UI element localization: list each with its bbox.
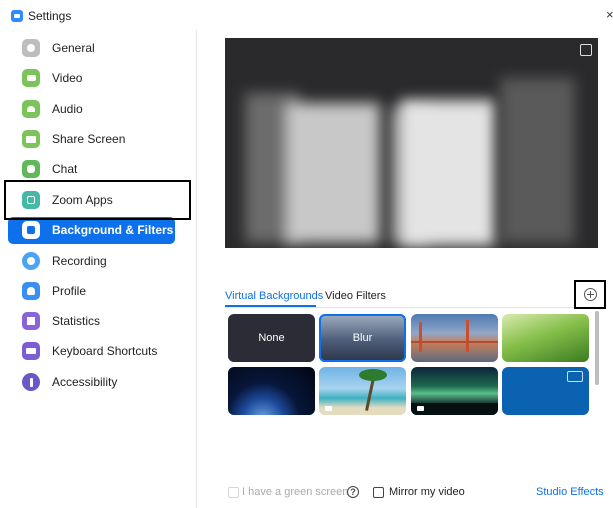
sidebar-item-recording[interactable]: Recording	[8, 248, 175, 275]
green-screen-checkbox[interactable]	[228, 487, 239, 498]
background-option-beach[interactable]	[319, 367, 406, 415]
sidebar-item-audio[interactable]: Audio	[8, 96, 175, 123]
backgrounds-scrollbar[interactable]	[595, 311, 599, 385]
sidebar-item-statistics[interactable]: Statistics	[8, 308, 175, 335]
bridge-tower	[466, 320, 469, 352]
sidebar-item-label: Keyboard Shortcuts	[52, 344, 158, 358]
window-title: Settings	[28, 9, 72, 23]
bridge-tower	[419, 322, 422, 352]
studio-effects-link[interactable]: Studio Effects	[536, 486, 604, 498]
background-option-blur[interactable]: Blur	[319, 314, 406, 362]
sidebar-item-video[interactable]: Video	[8, 65, 175, 92]
mirror-video-checkbox[interactable]	[373, 487, 384, 498]
statistics-icon	[22, 312, 40, 330]
background-icon	[22, 221, 40, 239]
sidebar-item-label: Video	[52, 71, 83, 85]
background-option-label: Blur	[352, 332, 373, 344]
headphones-icon	[22, 100, 40, 118]
tabs-divider	[225, 307, 595, 308]
green-screen-label: I have a green screen	[242, 486, 349, 498]
background-option-label: None	[258, 332, 285, 344]
blurred-curtain	[400, 100, 495, 246]
sidebar-item-label: Profile	[52, 284, 87, 298]
sidebar-item-share-screen[interactable]: Share Screen	[8, 126, 175, 153]
background-option-grass[interactable]	[502, 314, 589, 362]
blurred-wall-right	[500, 78, 575, 243]
chat-bubble-icon	[567, 371, 583, 382]
sidebar-item-keyboard-shortcuts[interactable]: Keyboard Shortcuts	[8, 338, 175, 365]
background-option-golden-gate[interactable]	[411, 314, 498, 362]
gear-icon	[22, 39, 40, 57]
chat-bubble-icon	[22, 160, 40, 178]
background-option-none[interactable]: None	[228, 314, 315, 362]
plus-icon	[583, 288, 597, 301]
blurred-window-left	[285, 103, 380, 243]
sidebar-item-background-filters[interactable]: Background & Filters	[8, 217, 175, 244]
video-camera-icon	[22, 69, 40, 87]
background-option-aurora[interactable]	[411, 367, 498, 415]
tree-line	[411, 403, 498, 415]
sidebar-item-general[interactable]: General	[8, 35, 175, 62]
sidebar-item-label: Statistics	[52, 314, 101, 328]
sidebar-item-accessibility[interactable]: Accessibility	[8, 369, 175, 396]
zoom-app-icon	[11, 10, 23, 22]
sidebar-item-chat[interactable]: Chat	[8, 156, 175, 183]
sidebar-item-label: General	[52, 41, 95, 55]
settings-sidebar: General Video Audio Share Screen Chat Zo…	[0, 30, 197, 508]
keyboard-icon	[22, 342, 40, 360]
accessibility-icon	[22, 373, 40, 391]
sidebar-item-label: Audio	[52, 102, 83, 116]
background-option-blue[interactable]	[502, 367, 589, 415]
tab-virtual-backgrounds[interactable]: Virtual Backgrounds	[225, 290, 323, 302]
rotate-camera-icon[interactable]	[580, 44, 592, 56]
mirror-video-label: Mirror my video	[389, 486, 465, 498]
title-bar: Settings ×	[0, 0, 613, 30]
tab-video-filters[interactable]: Video Filters	[325, 290, 386, 302]
share-screen-icon	[22, 130, 40, 148]
record-icon	[22, 252, 40, 270]
sidebar-item-label: Share Screen	[52, 132, 126, 146]
help-icon[interactable]: ?	[347, 486, 359, 498]
sidebar-item-profile[interactable]: Profile	[8, 278, 175, 305]
active-item-highlight-frame	[4, 180, 191, 220]
video-preview	[225, 38, 598, 248]
sidebar-item-label: Recording	[52, 254, 107, 268]
close-button[interactable]: ×	[606, 7, 613, 22]
sidebar-item-label: Accessibility	[52, 375, 118, 389]
sidebar-item-label: Background & Filters	[52, 223, 174, 237]
palm-leaves	[359, 369, 387, 381]
bridge-deck	[411, 341, 498, 343]
add-background-button[interactable]	[574, 280, 606, 309]
video-camera-icon	[417, 406, 424, 411]
person-icon	[22, 282, 40, 300]
sidebar-item-label: Chat	[52, 162, 78, 176]
video-camera-icon	[325, 406, 332, 411]
background-option-earth[interactable]	[228, 367, 315, 415]
